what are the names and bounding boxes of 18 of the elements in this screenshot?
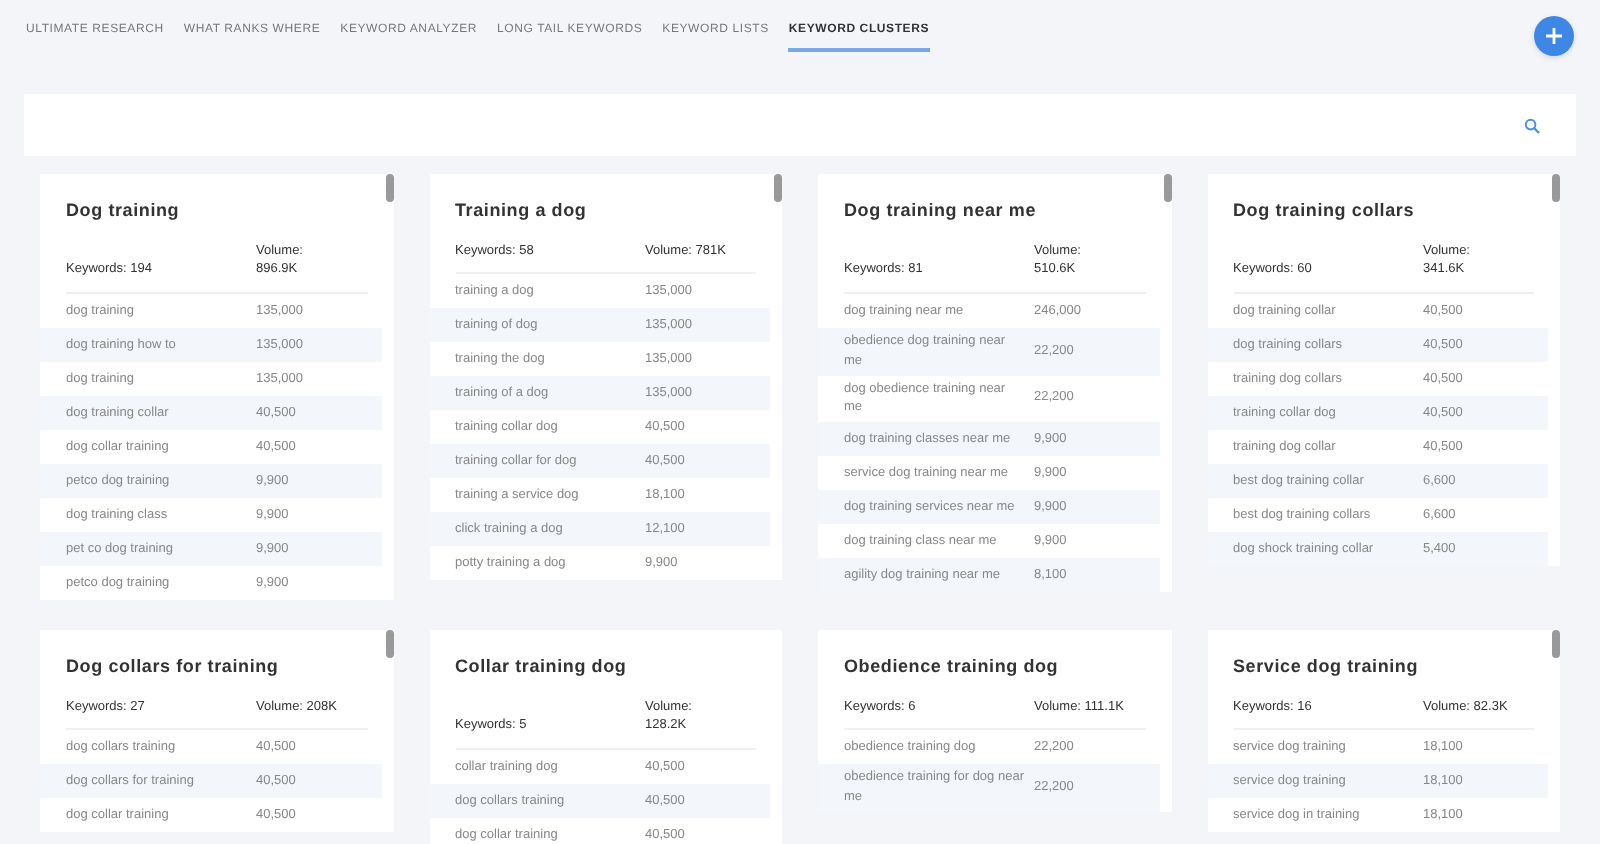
add-button[interactable]	[1534, 16, 1574, 56]
cluster-title: Collar training dog	[455, 654, 629, 680]
cluster-title: Dog collars for training	[66, 654, 281, 680]
search-icon	[1524, 117, 1540, 133]
scrollbar-thumb[interactable]	[385, 630, 393, 658]
scrollbar-thumb[interactable]	[774, 174, 782, 202]
scrollbar-thumb[interactable]	[1552, 630, 1560, 658]
plus-icon	[1546, 28, 1562, 44]
search-field[interactable]	[24, 94, 1576, 156]
cluster-title: Dog training	[66, 198, 182, 224]
scrollbar-thumb[interactable]	[385, 174, 393, 202]
scrollbar-thumb[interactable]	[1552, 174, 1560, 202]
cluster-title: Dog training near me	[844, 198, 1039, 224]
cluster-title: Obedience training dog	[844, 654, 1061, 680]
cluster-title: Service dog training	[1233, 654, 1421, 680]
scrollbar-thumb[interactable]	[1163, 174, 1171, 202]
cluster-title: Dog training collars	[1233, 198, 1417, 224]
cluster-title: Training a dog	[455, 198, 589, 224]
